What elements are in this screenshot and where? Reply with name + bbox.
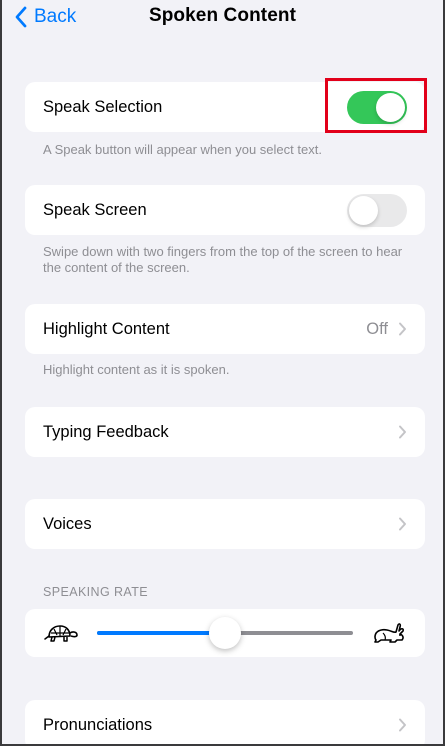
slider-fill	[97, 631, 225, 635]
chevron-right-icon	[399, 425, 406, 439]
pronunciations-card: Pronunciations	[25, 700, 425, 744]
speak-screen-footer: Swipe down with two fingers from the top…	[43, 244, 403, 275]
page-title: Spoken Content	[148, 5, 297, 26]
voices-card: Voices	[25, 499, 425, 549]
speaking-rate-slider[interactable]	[97, 617, 353, 649]
speak-screen-toggle[interactable]	[347, 194, 407, 227]
toggle-knob	[376, 93, 405, 122]
screen: Back Spoken Content Speak Selection A Sp…	[0, 0, 445, 746]
speak-selection-row: Speak Selection	[25, 82, 425, 132]
turtle-icon[interactable]	[43, 621, 79, 645]
chevron-right-icon	[399, 322, 406, 336]
typing-feedback-label: Typing Feedback	[43, 422, 169, 441]
speaking-rate-row	[25, 609, 425, 657]
highlight-content-row[interactable]: Highlight Content Off	[25, 304, 425, 354]
speak-selection-toggle[interactable]	[347, 91, 407, 124]
voices-row[interactable]: Voices	[25, 499, 425, 549]
typing-feedback-card: Typing Feedback	[25, 407, 425, 457]
highlight-content-label: Highlight Content	[43, 319, 170, 338]
speak-selection-card: Speak Selection	[25, 82, 425, 132]
highlight-content-card: Highlight Content Off	[25, 304, 425, 354]
chevron-right-icon	[399, 517, 406, 531]
highlight-content-value: Off	[366, 319, 388, 338]
rabbit-icon[interactable]	[371, 621, 407, 645]
speak-screen-row: Speak Screen	[25, 185, 425, 235]
navigation-bar: Back Spoken Content	[2, 0, 443, 36]
slider-thumb[interactable]	[209, 617, 241, 649]
speaking-rate-header: SPEAKING RATE	[43, 585, 148, 599]
pronunciations-label: Pronunciations	[43, 715, 153, 734]
pronunciations-row[interactable]: Pronunciations	[25, 700, 425, 744]
speaking-rate-card	[25, 609, 425, 657]
speak-selection-footer: A Speak button will appear when you sele…	[43, 142, 322, 157]
typing-feedback-row[interactable]: Typing Feedback	[25, 407, 425, 457]
speak-screen-card: Speak Screen	[25, 185, 425, 235]
toggle-knob	[349, 196, 378, 225]
voices-label: Voices	[43, 514, 92, 533]
chevron-right-icon	[399, 718, 406, 732]
highlight-content-footer: Highlight content as it is spoken.	[43, 362, 230, 377]
